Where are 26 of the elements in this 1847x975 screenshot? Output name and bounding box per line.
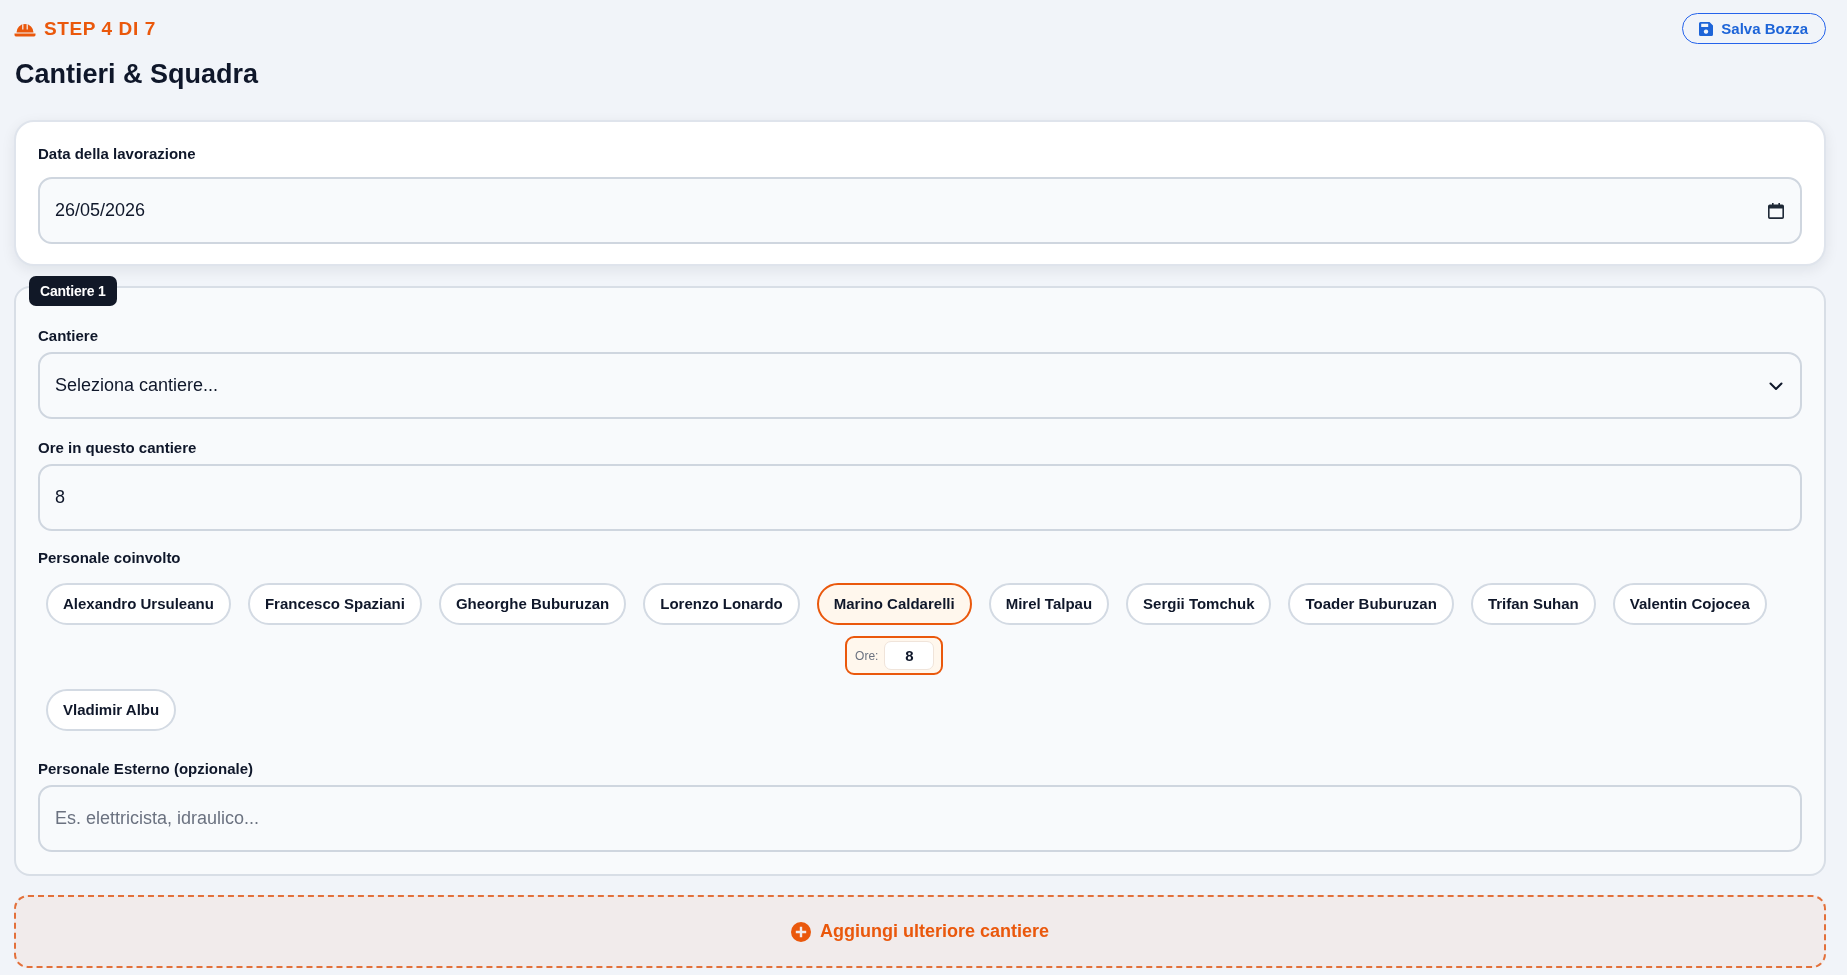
staff-chip[interactable]: Trifan Suhan xyxy=(1470,583,1596,625)
field-label: Personale coinvolto xyxy=(38,549,182,567)
site-select[interactable]: Seleziona cantiere... xyxy=(38,352,1802,419)
site-badge: Cantiere 1 xyxy=(29,276,117,306)
staff-chip[interactable]: Marino Caldarelli xyxy=(816,583,972,625)
staff-chip[interactable]: Vladimir Albu xyxy=(46,689,177,731)
staff-chip[interactable]: Gheorghe Buburuzan xyxy=(438,583,627,625)
staff-chip[interactable]: Francesco Spaziani xyxy=(247,583,422,625)
field-label: Cantiere xyxy=(38,327,100,345)
hours-label: Ore: xyxy=(855,648,879,663)
staff-chip[interactable]: Sergii Tomchuk xyxy=(1126,583,1272,625)
field-label: Data della lavorazione xyxy=(38,145,197,163)
field-label: Ore in questo cantiere xyxy=(38,439,198,457)
staff-chip[interactable]: Valentin Cojocea xyxy=(1612,583,1767,625)
staff-chip[interactable]: Mirel Talpau xyxy=(988,583,1110,625)
staff-chip[interactable]: Lorenzo Lonardo xyxy=(643,583,800,625)
hours-field[interactable]: 8 xyxy=(38,464,1802,531)
page-title: Cantieri & Squadra xyxy=(15,58,260,90)
staff-chip[interactable]: Toader Buburuzan xyxy=(1288,583,1454,625)
external-staff-field[interactable]: Es. elettricista, idraulico... xyxy=(38,785,1802,852)
staff-chip[interactable]: Alexandro Ursuleanu xyxy=(46,583,231,625)
step-indicator: STEP 4 DI 7 xyxy=(44,17,156,40)
calendar-icon[interactable] xyxy=(1768,202,1784,219)
field-label: Personale Esterno (opzionale) xyxy=(38,760,255,778)
hours-input[interactable]: 8 xyxy=(884,641,935,670)
date-field[interactable]: 26/05/2026 xyxy=(38,177,1802,244)
